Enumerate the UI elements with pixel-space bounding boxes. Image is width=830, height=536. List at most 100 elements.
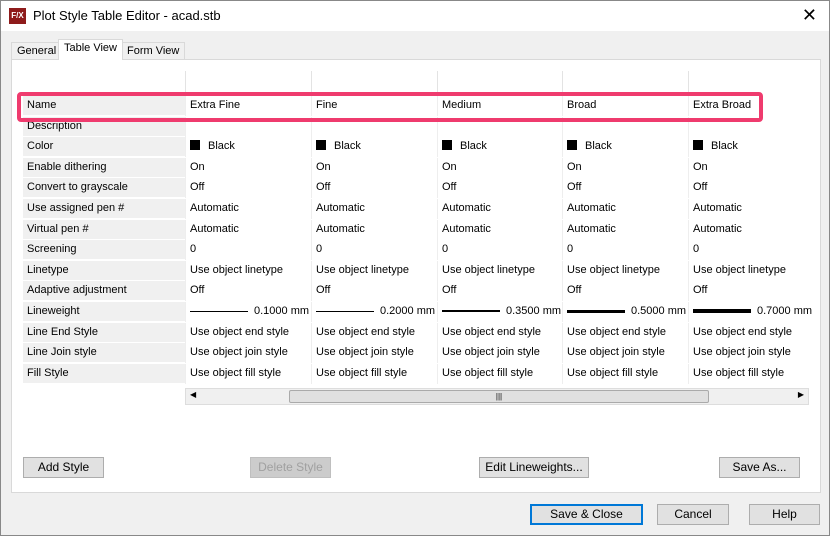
cancel-button[interactable]: Cancel bbox=[657, 504, 729, 525]
row-label: Linetype bbox=[23, 260, 185, 280]
table-cell[interactable]: 0.2000 mm bbox=[311, 302, 437, 322]
table-cell[interactable]: Automatic bbox=[311, 219, 437, 240]
table-cell[interactable]: Off bbox=[688, 178, 814, 199]
table-cell[interactable]: Automatic bbox=[562, 199, 688, 219]
table-cell[interactable]: Automatic bbox=[437, 199, 563, 219]
table-cell[interactable]: Off bbox=[437, 178, 563, 199]
table-cell[interactable]: Black bbox=[562, 137, 688, 158]
lineweight-sample bbox=[693, 309, 751, 314]
delete-style-button[interactable]: Delete Style bbox=[250, 457, 331, 478]
cell-value: Off bbox=[316, 284, 331, 297]
table-cell[interactable]: 0.7000 mm bbox=[688, 302, 814, 322]
table-cell[interactable]: On bbox=[688, 157, 814, 178]
cell-value: Use object end style bbox=[316, 325, 416, 338]
table-cell[interactable]: Use object join style bbox=[311, 343, 437, 364]
add-style-button[interactable]: Add Style bbox=[23, 457, 104, 478]
horizontal-scrollbar[interactable]: ◀ ||| ▶ bbox=[185, 388, 809, 405]
edit-lineweights-button[interactable]: Edit Lineweights... bbox=[479, 457, 589, 478]
table-cell[interactable]: Off bbox=[437, 281, 563, 302]
scroll-thumb[interactable]: ||| bbox=[289, 390, 709, 403]
cell-value: Black bbox=[334, 140, 361, 153]
color-swatch bbox=[190, 140, 200, 151]
table-cell[interactable]: 0 bbox=[688, 240, 814, 261]
table-row: Convert to grayscale Off Off Off Off Off bbox=[23, 178, 809, 199]
table-cell[interactable]: 0.5000 mm bbox=[562, 302, 688, 322]
table-cell[interactable]: Automatic bbox=[688, 219, 814, 240]
cell-value: Use object linetype bbox=[442, 263, 535, 276]
table-cell[interactable]: Use object end style bbox=[437, 322, 563, 343]
table-cell[interactable]: 0 bbox=[311, 240, 437, 261]
table-cell[interactable]: On bbox=[562, 157, 688, 178]
table-cell[interactable]: Off bbox=[688, 281, 814, 302]
table-cell[interactable]: Automatic bbox=[688, 199, 814, 219]
table-cell[interactable]: Use object fill style bbox=[437, 363, 563, 384]
table-cell[interactable]: Use object end style bbox=[311, 322, 437, 343]
table-cell[interactable]: Use object fill style bbox=[688, 363, 814, 384]
cell-value: Black bbox=[711, 140, 738, 153]
table-cell[interactable]: 0.3500 mm bbox=[437, 302, 563, 322]
table-cell[interactable]: On bbox=[311, 157, 437, 178]
cell-value: Use object join style bbox=[442, 346, 540, 359]
table-cell[interactable]: Use object end style bbox=[562, 322, 688, 343]
table-cell[interactable]: Automatic bbox=[185, 219, 311, 240]
cell-value: On bbox=[190, 160, 205, 173]
table-cell[interactable]: Off bbox=[562, 178, 688, 199]
table-cell[interactable]: 0 bbox=[185, 240, 311, 261]
cell-value: 0 bbox=[316, 243, 323, 256]
save-as-button[interactable]: Save As... bbox=[719, 457, 800, 478]
table-cell[interactable]: Use object fill style bbox=[185, 363, 311, 384]
table-cell[interactable]: Use object fill style bbox=[311, 363, 437, 384]
table-cell[interactable]: Use object join style bbox=[562, 343, 688, 364]
table-cell[interactable]: Off bbox=[562, 281, 688, 302]
help-button[interactable]: Help bbox=[749, 504, 820, 525]
table-cell[interactable]: Off bbox=[311, 281, 437, 302]
table-cell[interactable]: Off bbox=[185, 281, 311, 302]
lineweight-sample bbox=[442, 310, 500, 313]
table-cell[interactable]: Use object join style bbox=[437, 343, 563, 364]
table-cell[interactable]: Off bbox=[185, 178, 311, 199]
cell-value: Off bbox=[567, 284, 582, 297]
cell-value: Off bbox=[442, 181, 457, 194]
table-cell[interactable]: 0 bbox=[562, 240, 688, 261]
table-cell[interactable]: Use object linetype bbox=[185, 260, 311, 281]
table-cell[interactable]: Use object fill style bbox=[562, 363, 688, 384]
table-cell[interactable]: On bbox=[437, 157, 563, 178]
close-icon[interactable]: ✕ bbox=[802, 5, 817, 26]
table-cell[interactable]: Automatic bbox=[185, 199, 311, 219]
row-label: Lineweight bbox=[23, 302, 185, 321]
table-cell[interactable]: Black bbox=[688, 137, 814, 158]
table-cell[interactable]: Use object linetype bbox=[311, 260, 437, 281]
scroll-right-icon[interactable]: ▶ bbox=[798, 390, 804, 399]
save-close-button[interactable]: Save & Close bbox=[530, 504, 643, 525]
tab-form-view[interactable]: Form View bbox=[121, 42, 186, 59]
table-cell[interactable]: Automatic bbox=[562, 219, 688, 240]
cell-value: Use object fill style bbox=[567, 366, 659, 379]
table-cell[interactable]: 0 bbox=[437, 240, 563, 261]
cell-value: Off bbox=[693, 284, 708, 297]
lineweight-sample bbox=[316, 310, 374, 312]
scroll-left-icon[interactable]: ◀ bbox=[190, 390, 196, 399]
table-cell[interactable]: Black bbox=[437, 137, 563, 158]
table-cell[interactable]: Black bbox=[311, 137, 437, 158]
table-cell[interactable]: Use object linetype bbox=[562, 260, 688, 281]
table-cell[interactable]: Automatic bbox=[437, 219, 563, 240]
cell-value: On bbox=[693, 160, 708, 173]
row-label: Convert to grayscale bbox=[23, 178, 185, 198]
table-cell[interactable]: 0.1000 mm bbox=[185, 302, 311, 322]
table-cell[interactable]: Use object end style bbox=[688, 322, 814, 343]
table-cell[interactable]: On bbox=[185, 157, 311, 178]
tab-general[interactable]: General bbox=[11, 42, 63, 59]
table-cell[interactable]: Off bbox=[311, 178, 437, 199]
cell-value: 0 bbox=[693, 243, 700, 256]
table-cell[interactable]: Use object linetype bbox=[437, 260, 563, 281]
cell-value: Automatic bbox=[442, 202, 491, 214]
table-cell[interactable]: Automatic bbox=[311, 199, 437, 219]
title-bar: F/X Plot Style Table Editor - acad.stb ✕ bbox=[1, 1, 829, 31]
cell-value: Use object linetype bbox=[190, 263, 283, 276]
table-cell[interactable]: Use object join style bbox=[688, 343, 814, 364]
table-cell[interactable]: Use object join style bbox=[185, 343, 311, 364]
table-cell[interactable]: Black bbox=[185, 137, 311, 158]
table-cell[interactable]: Use object end style bbox=[185, 322, 311, 343]
tab-table-view[interactable]: Table View bbox=[58, 39, 123, 60]
table-cell[interactable]: Use object linetype bbox=[688, 260, 814, 281]
